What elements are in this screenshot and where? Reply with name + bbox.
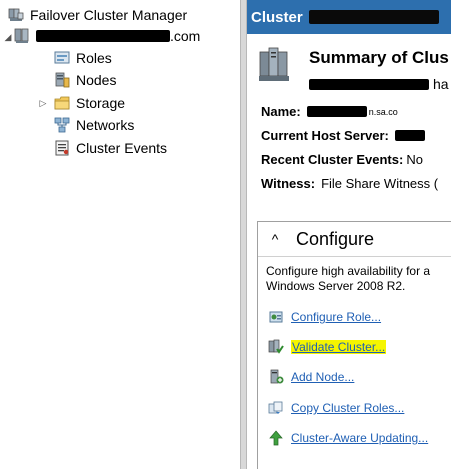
cluster-summary-icon	[259, 44, 289, 82]
navigation-tree: Failover Cluster Manager ◢ .com Roles No…	[0, 0, 240, 469]
cluster-summary-pane: Cluster Summary of Clus ha Name: n.sa.co…	[247, 0, 451, 469]
collapse-caret-icon[interactable]: ^	[262, 231, 288, 247]
validate-cluster-action[interactable]: Validate Cluster...	[268, 337, 387, 357]
summary-subtitle: ha	[309, 76, 449, 92]
configure-role-icon	[268, 309, 284, 325]
host-label: Current Host Server:	[261, 128, 389, 143]
tree-item-nodes-label: Nodes	[76, 72, 117, 88]
tree-item-storage[interactable]: Storage	[54, 93, 125, 113]
name-suffix: n.sa.co	[368, 106, 398, 117]
tree-item-networks[interactable]: Networks	[54, 115, 134, 135]
add-node-action[interactable]: Add Node...	[268, 367, 354, 387]
events-label: Recent Cluster Events:	[261, 152, 404, 167]
redacted-header-name	[308, 10, 439, 24]
configure-panel: ^ Configure Configure high availability …	[257, 221, 451, 469]
tree-item-storage-label: Storage	[76, 95, 126, 111]
pane-splitter[interactable]	[240, 0, 247, 469]
cluster-events-icon	[54, 140, 70, 156]
copy-cluster-roles-action[interactable]: Copy Cluster Roles...	[268, 398, 404, 418]
redacted-name	[306, 106, 367, 117]
summary-sub-suffix: ha	[433, 76, 449, 92]
cluster-aware-updating-action[interactable]: Cluster-Aware Updating...	[268, 428, 428, 448]
info-witness-row: Witness: File Share Witness (	[261, 176, 438, 191]
add-node-icon	[268, 369, 284, 385]
nodes-icon	[54, 72, 70, 88]
cluster-aware-updating-link[interactable]: Cluster-Aware Updating...	[291, 431, 428, 445]
configure-role-action[interactable]: Configure Role...	[268, 307, 381, 327]
collapse-arrow-icon[interactable]: ◢	[3, 32, 13, 43]
tree-item-cluster-events-label: Cluster Events	[76, 140, 168, 156]
info-host-row: Current Host Server:	[261, 128, 425, 143]
copy-cluster-roles-icon	[268, 400, 284, 416]
networks-icon	[54, 117, 70, 133]
copy-cluster-roles-link[interactable]: Copy Cluster Roles...	[291, 401, 404, 415]
witness-value: File Share Witness (	[321, 176, 439, 191]
tree-root-label: Failover Cluster Manager	[30, 7, 188, 23]
witness-label: Witness:	[261, 176, 316, 191]
tree-item-cluster[interactable]: .com	[14, 26, 200, 46]
tree-item-roles[interactable]: Roles	[54, 48, 112, 68]
add-node-link[interactable]: Add Node...	[291, 370, 354, 384]
configure-header[interactable]: ^ Configure	[258, 222, 451, 257]
tree-item-cluster-events[interactable]: Cluster Events	[54, 138, 167, 158]
validate-cluster-link[interactable]: Validate Cluster...	[291, 340, 387, 354]
cluster-name-suffix: .com	[170, 28, 201, 44]
configure-role-link[interactable]: Configure Role...	[291, 310, 381, 324]
summary-title: Summary of Clus	[309, 48, 449, 67]
info-events-row: Recent Cluster Events: No	[261, 152, 423, 167]
header-title: Cluster	[251, 8, 303, 26]
tree-item-networks-label: Networks	[76, 117, 135, 133]
events-value[interactable]: No	[406, 152, 423, 167]
configure-heading: Configure	[296, 228, 375, 249]
configure-desc-line2: Windows Server 2008 R2.	[266, 279, 406, 293]
redacted-cluster-name	[36, 30, 170, 42]
name-label: Name:	[261, 104, 301, 119]
storage-folder-icon	[54, 95, 70, 111]
roles-icon	[54, 50, 70, 66]
tree-root-failover-cluster-manager[interactable]: Failover Cluster Manager	[8, 5, 187, 25]
tree-item-nodes[interactable]: Nodes	[54, 70, 116, 90]
redacted-summary-sub	[309, 78, 429, 90]
configure-desc-line1: Configure high availability for a	[266, 264, 431, 278]
validate-cluster-icon	[268, 339, 284, 355]
cluster-manager-icon	[8, 7, 24, 23]
expand-arrow-icon[interactable]: ▷	[38, 98, 48, 109]
info-name-row: Name: n.sa.co	[261, 104, 398, 119]
tree-item-roles-label: Roles	[76, 50, 112, 66]
configure-description: Configure high availability for a Window…	[266, 264, 430, 294]
cluster-aware-updating-icon	[268, 430, 284, 446]
redacted-host	[394, 130, 425, 141]
cluster-icon	[14, 28, 30, 44]
cluster-header-bar: Cluster	[247, 0, 451, 34]
